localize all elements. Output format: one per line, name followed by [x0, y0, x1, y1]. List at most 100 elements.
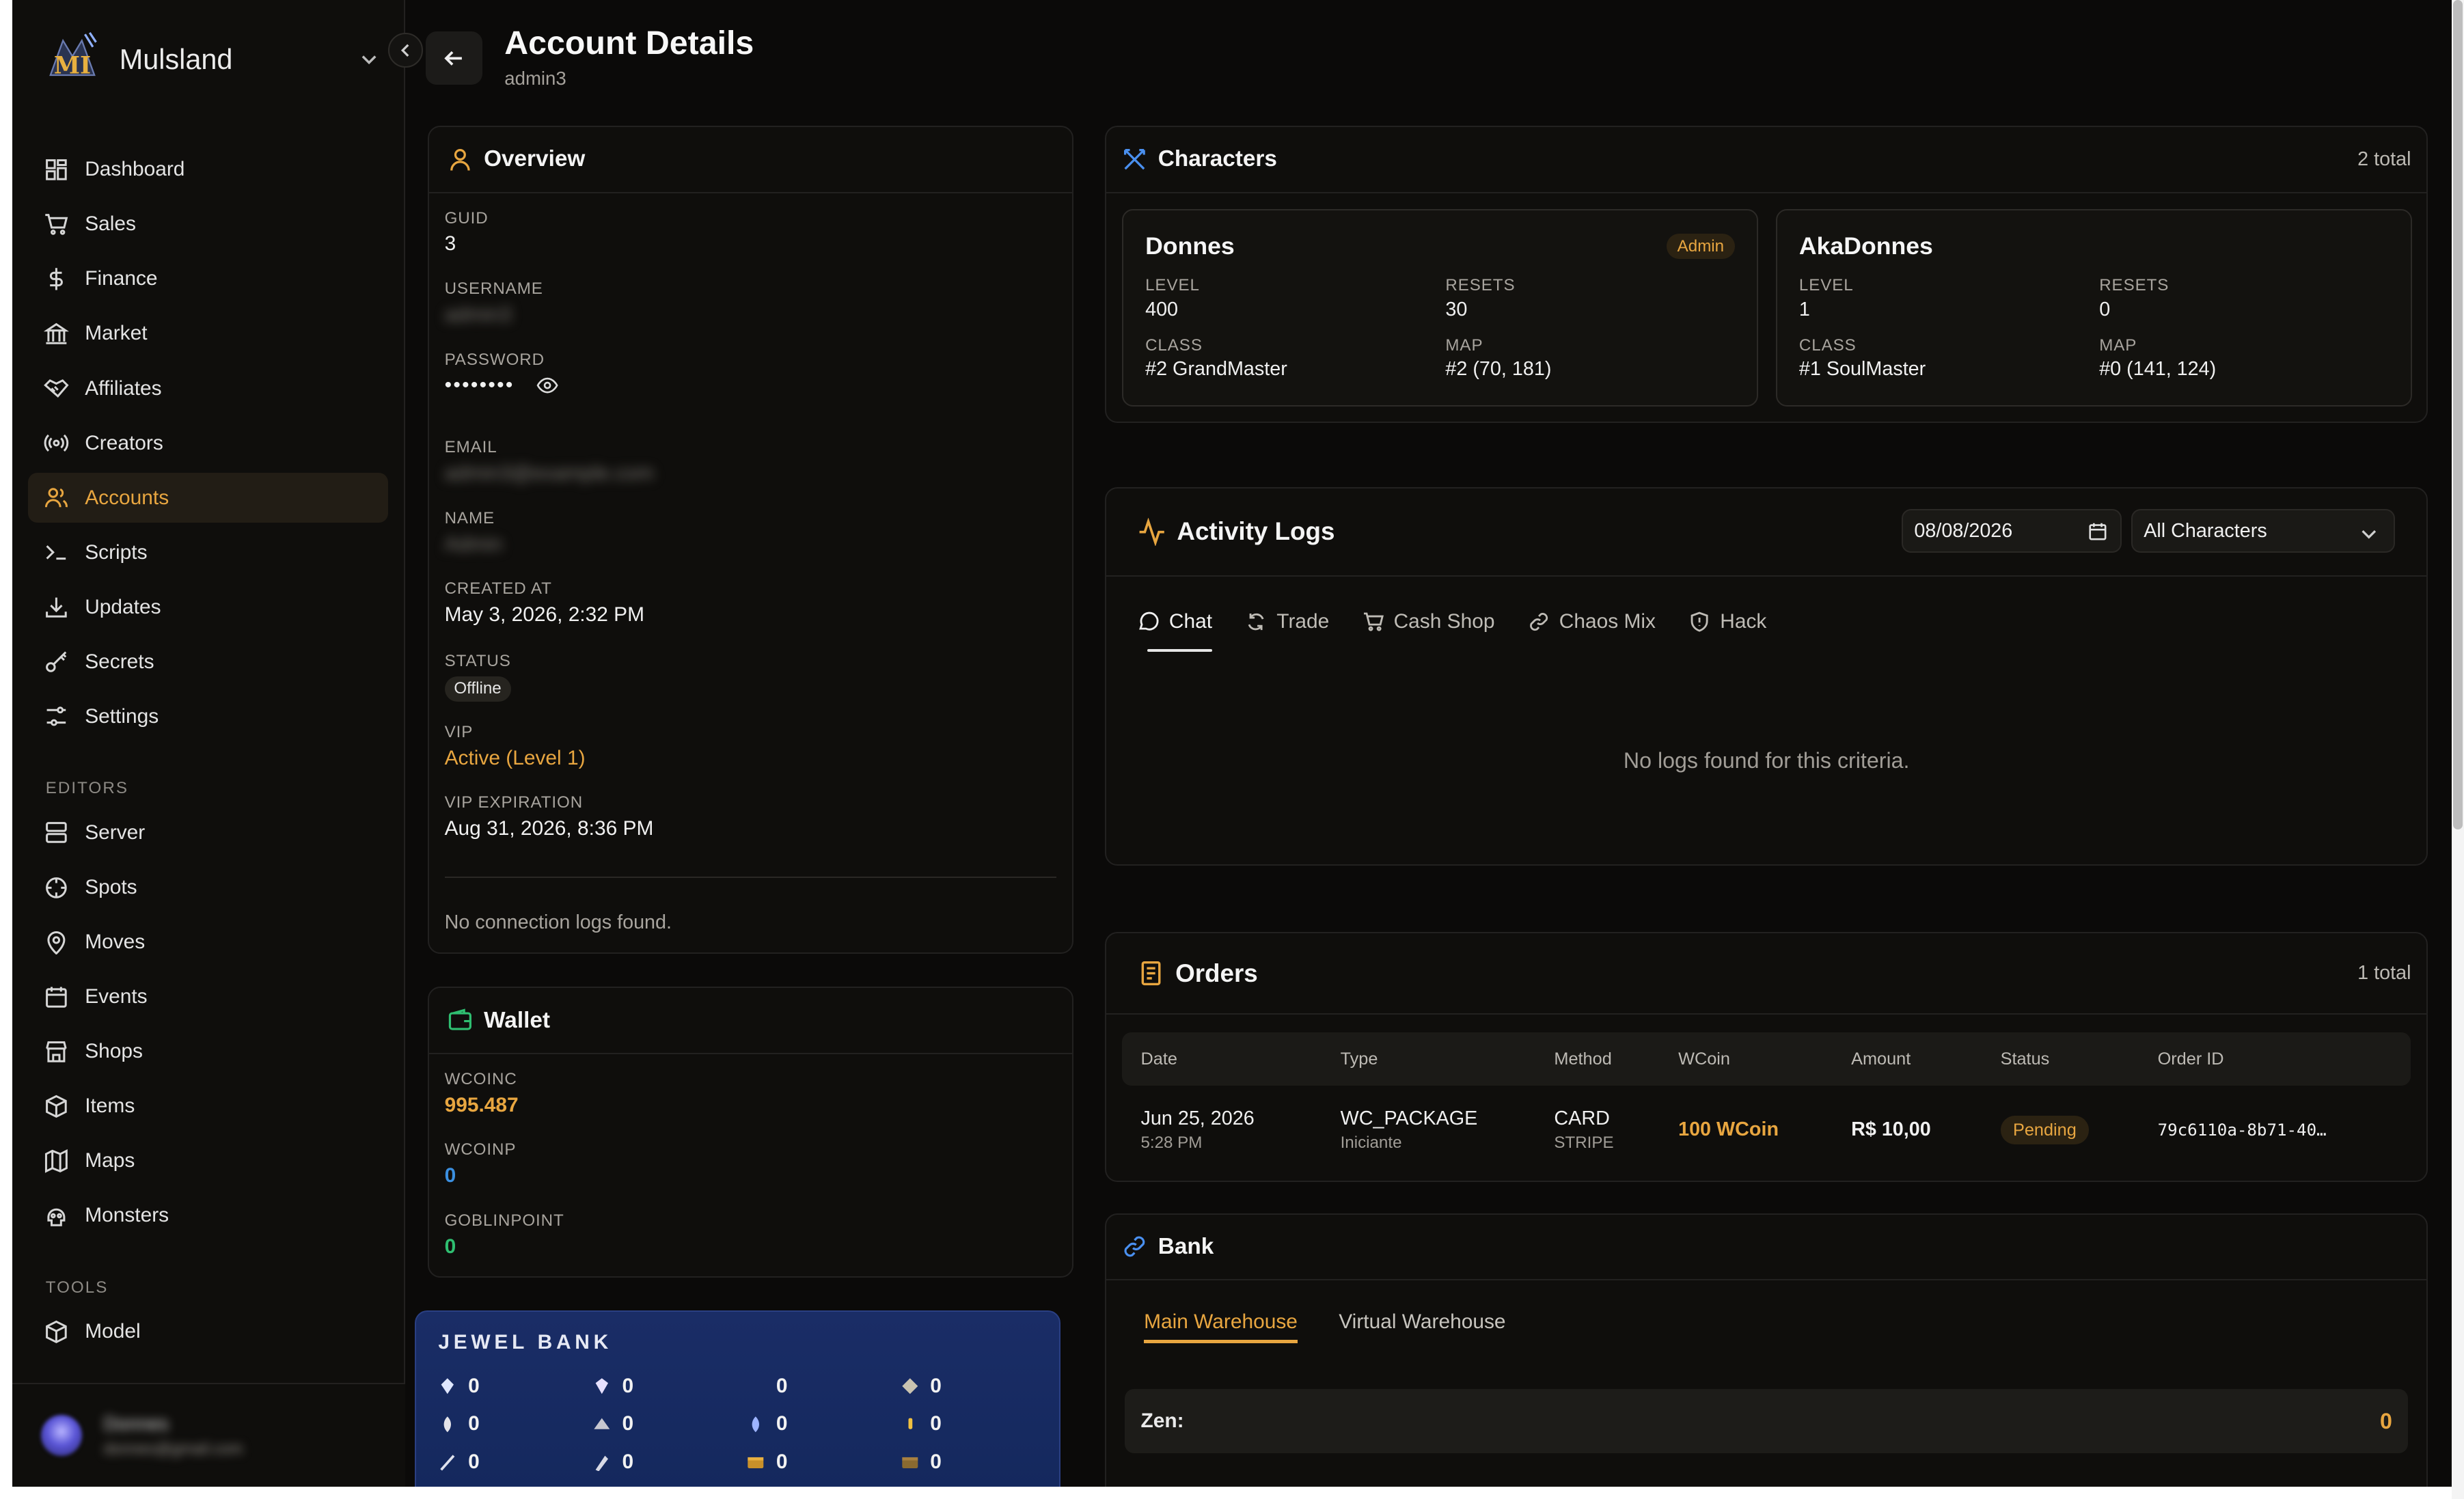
- brand-switcher[interactable]: MI Mulsland: [41, 28, 381, 91]
- crest-icon: [595, 1455, 608, 1472]
- jewel-count-value: 0: [776, 1412, 788, 1435]
- skull-icon: [47, 1208, 66, 1226]
- scrollbar[interactable]: [2452, 0, 2464, 1499]
- date-input[interactable]: 08/08/2026: [1902, 508, 2122, 553]
- sidebar-item-finance[interactable]: Finance: [28, 254, 388, 305]
- calendar-icon[interactable]: [2087, 521, 2108, 542]
- username-value: admin3: [444, 303, 512, 326]
- character-card-donnes[interactable]: Donnes Admin LEVEL 400 RESETS 30 CLASS #2 G…: [1121, 208, 1759, 407]
- tools-heading: TOOLS: [45, 1278, 109, 1297]
- sidebar-item-accounts[interactable]: Accounts: [28, 472, 389, 523]
- eye-icon[interactable]: [536, 374, 558, 396]
- map-label: MAP: [2099, 335, 2137, 355]
- box-icon: [46, 1320, 68, 1343]
- sidebar-item-label: Moves: [85, 930, 146, 953]
- activity-tabs: Chat Trade Cash Shop Chaos Mix Hack: [1138, 602, 1800, 652]
- arrow-left-icon: [444, 51, 463, 66]
- tab-chat[interactable]: Chat: [1138, 602, 1214, 652]
- bank-card: Bank Main Warehouse Virtual Warehouse Ze…: [1104, 1213, 2428, 1487]
- character-select[interactable]: All Characters: [2131, 508, 2396, 553]
- character-card-akadonnes[interactable]: AkaDonnes LEVEL 1 RESETS 0 CLASS #1 SoulMas…: [1775, 208, 2413, 407]
- jewel-of-soul-icon: [595, 1378, 608, 1394]
- sidebar-item-label: Affiliates: [85, 376, 162, 400]
- resets-label: RESETS: [2099, 276, 2169, 295]
- guid-field: GUID 3: [445, 209, 489, 256]
- wallet-card: Wallet WCOINC 995.487 WCOINP 0 GOBLINPOI…: [427, 987, 1073, 1278]
- sidebar-item-updates[interactable]: Updates: [28, 582, 388, 633]
- sidebar-item-market[interactable]: Market: [28, 309, 388, 359]
- column-header: Date: [1140, 1049, 1177, 1069]
- sidebar-item-scripts[interactable]: Scripts: [28, 527, 388, 578]
- sidebar-item-affiliates[interactable]: Affiliates: [28, 363, 388, 414]
- class-label: CLASS: [1798, 335, 1857, 355]
- tab-cash-shop[interactable]: Cash Shop: [1363, 602, 1495, 643]
- tab-label: Cash Shop: [1393, 610, 1495, 633]
- date-value: 08/08/2026: [1914, 519, 2013, 542]
- sidebar-item-maps[interactable]: Maps: [28, 1136, 388, 1186]
- wallet-title: Wallet: [484, 1007, 550, 1033]
- sidebar-collapse-button[interactable]: [388, 33, 423, 68]
- back-button[interactable]: [426, 31, 483, 85]
- link-icon: [1124, 1237, 1145, 1257]
- jewel-count-value: 0: [930, 1375, 942, 1398]
- link-icon: [1529, 613, 1548, 631]
- scrollbar-thumb[interactable]: [2453, 0, 2463, 830]
- overview-title: Overview: [484, 146, 586, 172]
- sidebar-item-label: Secrets: [85, 650, 154, 673]
- receipt-icon: [1141, 961, 1161, 986]
- editors-heading: EDITORS: [45, 779, 129, 798]
- guid-label: GUID: [444, 208, 489, 228]
- tab-virtual-warehouse[interactable]: Virtual Warehouse: [1339, 1310, 1505, 1334]
- created-field: CREATED AT May 3, 2026, 2:32 PM: [445, 579, 644, 627]
- sidebar-item-events[interactable]: Events: [28, 972, 388, 1022]
- app-window: MI Mulsland Dashboard Sales Finance Mark…: [12, 0, 2452, 1487]
- orders-card: Orders 1 total Date Type Method WCoin Am…: [1104, 931, 2428, 1182]
- wcoinp-value: 0: [444, 1164, 456, 1187]
- characters-card: Characters 2 total Donnes Admin LEVEL 400…: [1104, 126, 2428, 423]
- wallet-icon: [449, 1008, 472, 1030]
- sidebar-item-label: Dashboard: [85, 158, 185, 181]
- sidebar-item-creators[interactable]: Creators: [28, 418, 388, 469]
- sidebar-item-sales[interactable]: Sales: [28, 200, 388, 250]
- sidebar-item-items[interactable]: Items: [28, 1081, 388, 1131]
- map-value: #2 (70, 181): [1445, 358, 1552, 381]
- tab-trade[interactable]: Trade: [1245, 602, 1329, 643]
- bank-icon: [44, 322, 70, 344]
- sidebar-item-model[interactable]: Model: [28, 1306, 388, 1357]
- user-profile[interactable]: Donnes donnes@gmail.com: [12, 1383, 406, 1487]
- sidebar-item-spots[interactable]: Spots: [28, 862, 388, 913]
- page-subtitle: admin3: [504, 67, 566, 89]
- terminal-icon: [46, 545, 66, 560]
- user-email: donnes@gmail.com: [103, 1439, 243, 1457]
- tab-hack[interactable]: Hack: [1688, 602, 1766, 643]
- sidebar-item-label: Finance: [85, 267, 158, 290]
- tab-label: Chat: [1168, 610, 1213, 633]
- sidebar-item-shops[interactable]: Shops: [28, 1026, 388, 1077]
- sidebar-item-monsters[interactable]: Monsters: [28, 1190, 388, 1241]
- sidebar-item-settings[interactable]: Settings: [28, 691, 388, 742]
- activity-logs-title: Activity Logs: [1177, 517, 1335, 546]
- feather-icon: [440, 1455, 455, 1471]
- chevron-left-icon: [400, 44, 409, 57]
- jewel-count-value: 0: [622, 1450, 634, 1473]
- jewel-count-value: 0: [622, 1375, 634, 1398]
- sidebar-item-dashboard[interactable]: Dashboard: [28, 145, 388, 195]
- users-icon: [45, 488, 68, 508]
- user-name: Donnes: [103, 1412, 169, 1434]
- tab-main-warehouse[interactable]: Main Warehouse: [1144, 1310, 1298, 1343]
- level-value: 400: [1145, 298, 1179, 320]
- level-value: 1: [1798, 298, 1810, 320]
- sidebar-item-moves[interactable]: Moves: [28, 917, 388, 967]
- vip-expiration-field: VIP EXPIRATION Aug 31, 2026, 8:36 PM: [445, 793, 654, 840]
- shield-alert-icon: [1690, 611, 1708, 633]
- sidebar-item-label: Model: [85, 1320, 141, 1343]
- sidebar-item-secrets[interactable]: Secrets: [28, 637, 388, 687]
- jewel-of-creation-icon: [443, 1416, 452, 1432]
- order-type-sub: Iniciante: [1340, 1133, 1402, 1152]
- tab-chaos-mix[interactable]: Chaos Mix: [1528, 602, 1656, 643]
- jewel-count-value: 0: [468, 1450, 480, 1473]
- guid-value: 3: [444, 232, 456, 256]
- sidebar-item-label: Settings: [85, 704, 159, 728]
- sidebar-item-label: Maps: [85, 1149, 135, 1172]
- sidebar-item-server[interactable]: Server: [28, 808, 388, 858]
